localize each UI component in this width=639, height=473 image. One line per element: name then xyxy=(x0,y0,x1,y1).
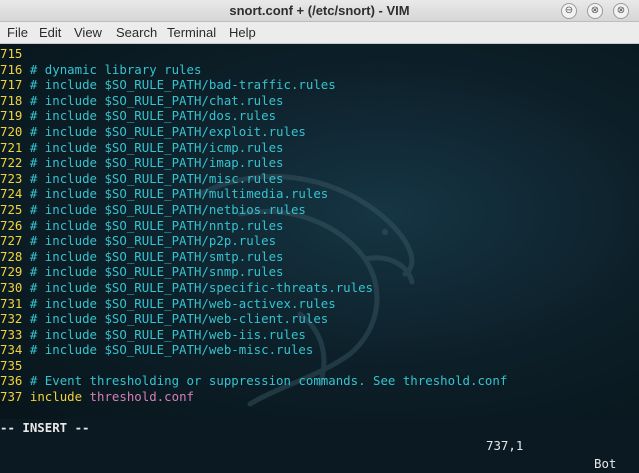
code-line: 731 # include $SO_RULE_PATH/web-activex.… xyxy=(0,296,639,312)
code-line: 715 xyxy=(0,46,639,62)
line-number: 715 xyxy=(0,46,23,61)
minimize-button[interactable]: ⊖ xyxy=(561,3,577,19)
code-line: 735 xyxy=(0,358,639,374)
code-line: 726 # include $SO_RULE_PATH/nntp.rules xyxy=(0,218,639,234)
line-number: 727 xyxy=(0,233,23,249)
close-button[interactable]: ⊗ xyxy=(613,3,629,19)
comment-text: # include $SO_RULE_PATH/icmp.rules xyxy=(29,139,284,155)
comment-text: # include $SO_RULE_PATH/imap.rules xyxy=(29,155,284,171)
code-line: 734 # include $SO_RULE_PATH/web-misc.rul… xyxy=(0,342,639,358)
comment-text: # include $SO_RULE_PATH/specific-threats… xyxy=(29,279,374,295)
code-line: 722 # include $SO_RULE_PATH/imap.rules xyxy=(0,155,639,171)
code-line: 733 # include $SO_RULE_PATH/web-iis.rule… xyxy=(0,327,639,343)
line-number: 720 xyxy=(0,123,23,139)
comment-text: # include $SO_RULE_PATH/snmp.rules xyxy=(29,264,284,280)
code-line: 721 # include $SO_RULE_PATH/icmp.rules xyxy=(0,140,639,156)
status-line: -- INSERT -- 737,1 Bot xyxy=(0,401,639,471)
title-bar: snort.conf + (/etc/snort) - VIM ⊖ ⊗ ⊗ xyxy=(0,0,639,22)
line-number: 729 xyxy=(0,264,23,280)
menu-search[interactable]: Search xyxy=(116,25,157,40)
line-number: 731 xyxy=(0,295,23,311)
comment-text: # include $SO_RULE_PATH/web-iis.rules xyxy=(29,326,306,342)
code-line: 724 # include $SO_RULE_PATH/multimedia.r… xyxy=(0,186,639,202)
line-number: 736 xyxy=(0,373,23,389)
comment-text: # include $SO_RULE_PATH/p2p.rules xyxy=(29,233,277,249)
mode-indicator: -- INSERT -- xyxy=(0,420,90,435)
line-number: 728 xyxy=(0,248,23,264)
menu-help[interactable]: Help xyxy=(229,25,256,40)
comment-text: # include $SO_RULE_PATH/exploit.rules xyxy=(29,123,306,139)
comment-text: # include $SO_RULE_PATH/bad-traffic.rule… xyxy=(29,77,336,93)
line-number: 732 xyxy=(0,311,23,327)
code-line: 718 # include $SO_RULE_PATH/chat.rules xyxy=(0,93,639,109)
line-number: 721 xyxy=(0,139,23,155)
menu-file[interactable]: File xyxy=(7,25,28,40)
line-number: 723 xyxy=(0,170,23,186)
code-line: 723 # include $SO_RULE_PATH/misc.rules xyxy=(0,171,639,187)
menu-edit[interactable]: Edit xyxy=(39,25,61,40)
code-line: 730 # include $SO_RULE_PATH/specific-thr… xyxy=(0,280,639,296)
line-number: 733 xyxy=(0,326,23,342)
menu-view[interactable]: View xyxy=(74,25,102,40)
comment-text: # Event thresholding or suppression comm… xyxy=(29,373,508,389)
comment-text: # dynamic library rules xyxy=(29,61,202,77)
comment-text: # include $SO_RULE_PATH/web-misc.rules xyxy=(29,342,314,358)
comment-text: # include $SO_RULE_PATH/misc.rules xyxy=(29,170,284,186)
code-line: 732 # include $SO_RULE_PATH/web-client.r… xyxy=(0,311,639,327)
line-number: 717 xyxy=(0,77,23,93)
code-line: 725 # include $SO_RULE_PATH/netbios.rule… xyxy=(0,202,639,218)
comment-text: # include $SO_RULE_PATH/nntp.rules xyxy=(29,217,284,233)
terminal-area[interactable]: 715 716 # dynamic library rules 717 # inc… xyxy=(0,44,639,419)
menu-terminal[interactable]: Terminal xyxy=(167,25,216,40)
code-line: 727 # include $SO_RULE_PATH/p2p.rules xyxy=(0,233,639,249)
line-number: 734 xyxy=(0,342,23,358)
window-title: snort.conf + (/etc/snort) - VIM xyxy=(229,3,410,18)
code-line: 736 # Event thresholding or suppression … xyxy=(0,373,639,389)
code-line: 719 # include $SO_RULE_PATH/dos.rules xyxy=(0,108,639,124)
code-line: 729 # include $SO_RULE_PATH/snmp.rules xyxy=(0,264,639,280)
code-line: 716 # dynamic library rules xyxy=(0,62,639,78)
comment-text: # include $SO_RULE_PATH/netbios.rules xyxy=(29,201,306,217)
maximize-button[interactable]: ⊗ xyxy=(587,3,603,19)
comment-text: # include $SO_RULE_PATH/smtp.rules xyxy=(29,248,284,264)
line-number: 726 xyxy=(0,217,23,233)
comment-text: # include $SO_RULE_PATH/multimedia.rules xyxy=(29,186,329,202)
code-line: 717 # include $SO_RULE_PATH/bad-traffic.… xyxy=(0,77,639,93)
comment-text: # include $SO_RULE_PATH/dos.rules xyxy=(29,108,277,124)
line-number: 716 xyxy=(0,61,23,77)
comment-text: # include $SO_RULE_PATH/chat.rules xyxy=(29,92,284,108)
comment-text: # include $SO_RULE_PATH/web-client.rules xyxy=(29,311,329,327)
cursor-position: 737,1 xyxy=(486,438,524,453)
comment-text: # include $SO_RULE_PATH/web-activex.rule… xyxy=(29,295,336,311)
line-number: 730 xyxy=(0,279,23,295)
code-line: 720 # include $SO_RULE_PATH/exploit.rule… xyxy=(0,124,639,140)
scroll-position: Bot xyxy=(594,456,617,471)
code-line: 728 # include $SO_RULE_PATH/smtp.rules xyxy=(0,249,639,265)
code-view: 715 716 # dynamic library rules 717 # inc… xyxy=(0,46,639,405)
menu-bar: File Edit View Search Terminal Help xyxy=(0,22,639,44)
line-number: 722 xyxy=(0,155,23,171)
line-number: 735 xyxy=(0,357,23,373)
line-number: 725 xyxy=(0,201,23,217)
line-number: 719 xyxy=(0,108,23,124)
line-number: 718 xyxy=(0,92,23,108)
line-number: 724 xyxy=(0,186,23,202)
